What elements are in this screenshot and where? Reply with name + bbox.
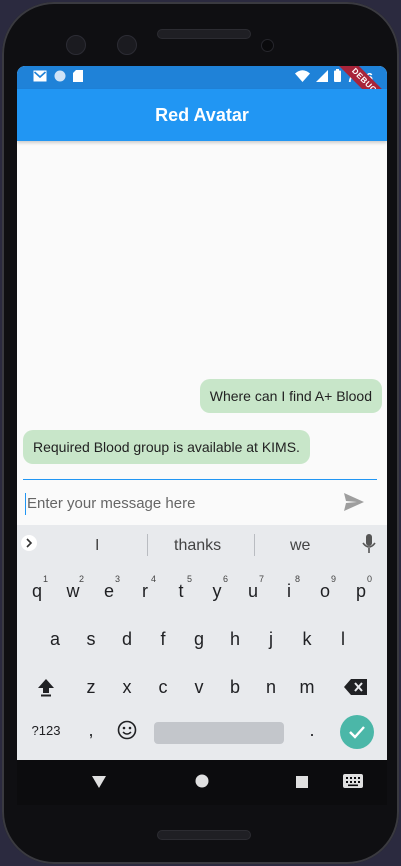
- key-t[interactable]: t5: [164, 572, 198, 610]
- backspace-key[interactable]: [339, 668, 373, 706]
- checkmark-icon: [349, 726, 365, 739]
- key-b[interactable]: b: [218, 668, 252, 706]
- key-a[interactable]: a: [38, 620, 72, 658]
- shift-key[interactable]: [29, 668, 63, 706]
- composer-divider: [23, 479, 377, 480]
- back-icon[interactable]: [92, 775, 106, 793]
- message-composer: Enter your message here: [17, 481, 387, 525]
- bottom-speaker: [157, 830, 251, 840]
- key-r[interactable]: r4: [128, 572, 162, 610]
- expand-suggestions-button[interactable]: [21, 535, 37, 551]
- user-message-bubble: Where can I find A+ Blood: [199, 379, 382, 413]
- key-u[interactable]: u7: [236, 572, 270, 610]
- key-h[interactable]: h: [218, 620, 252, 658]
- chevron-right-icon: [26, 538, 33, 548]
- app-bar: Red Avatar: [17, 89, 387, 141]
- key-z[interactable]: z: [74, 668, 108, 706]
- key-l[interactable]: l: [326, 620, 360, 658]
- suggestion-strip: I thanks we: [17, 525, 387, 563]
- earpiece-speaker: [157, 29, 251, 39]
- front-camera-secondary: [117, 35, 137, 55]
- home-icon[interactable]: [195, 774, 209, 793]
- space-key[interactable]: [154, 722, 284, 744]
- suggestion-separator: [254, 534, 255, 556]
- front-camera: [66, 35, 86, 55]
- backspace-icon: [344, 679, 367, 695]
- device-screen: 7:46 DEBUG Red Avatar Where can I find A…: [17, 66, 387, 805]
- system-nav-bar: [17, 760, 387, 805]
- bot-message-bubble: Required Blood group is available at KIM…: [23, 430, 310, 464]
- key-x[interactable]: x: [110, 668, 144, 706]
- suggestion-separator: [147, 534, 148, 556]
- key-i[interactable]: i8: [272, 572, 306, 610]
- key-m[interactable]: m: [290, 668, 324, 706]
- emoji-icon: [117, 720, 137, 740]
- suggestion-3[interactable]: we: [290, 537, 310, 555]
- keyboard-switch-icon[interactable]: [343, 774, 363, 793]
- key-p[interactable]: p0: [344, 572, 378, 610]
- key-d[interactable]: d: [110, 620, 144, 658]
- chat-list[interactable]: Where can I find A+ Blood Required Blood…: [17, 141, 387, 481]
- key-n[interactable]: n: [254, 668, 288, 706]
- key-f[interactable]: f: [146, 620, 180, 658]
- suggestion-1[interactable]: I: [95, 537, 99, 555]
- proximity-sensor: [261, 39, 274, 52]
- send-icon[interactable]: [343, 492, 365, 517]
- signal-icon: [315, 69, 328, 85]
- emoji-key[interactable]: [110, 711, 144, 749]
- key-o[interactable]: o9: [308, 572, 342, 610]
- soft-keyboard: I thanks we q1 w2 e3 r4 t5 y6 u7 i8 o9 p…: [17, 525, 387, 760]
- status-bar: 7:46 DEBUG: [17, 66, 387, 118]
- key-k[interactable]: k: [290, 620, 324, 658]
- battery-icon: [333, 69, 341, 85]
- shift-arrow-icon: [38, 679, 54, 697]
- enter-key[interactable]: [340, 715, 374, 749]
- message-input[interactable]: Enter your message here: [25, 493, 327, 515]
- key-j[interactable]: j: [254, 620, 288, 658]
- key-y[interactable]: y6: [200, 572, 234, 610]
- app-title: Red Avatar: [155, 104, 249, 125]
- key-s[interactable]: s: [74, 620, 108, 658]
- gmail-icon: [33, 70, 47, 82]
- suggestion-2[interactable]: thanks: [174, 537, 221, 555]
- wifi-icon: [294, 69, 310, 85]
- sync-icon: [54, 70, 66, 82]
- microphone-icon[interactable]: [362, 534, 376, 559]
- key-g[interactable]: g: [182, 620, 216, 658]
- recents-icon[interactable]: [296, 775, 308, 793]
- key-v[interactable]: v: [182, 668, 216, 706]
- key-e[interactable]: e3: [92, 572, 126, 610]
- symbols-key[interactable]: ?123: [28, 711, 64, 749]
- key-w[interactable]: w2: [56, 572, 90, 610]
- key-c[interactable]: c: [146, 668, 180, 706]
- key-q[interactable]: q1: [20, 572, 54, 610]
- comma-key[interactable]: ,: [74, 711, 108, 749]
- period-key[interactable]: .: [295, 711, 329, 749]
- sd-card-icon: [73, 70, 83, 82]
